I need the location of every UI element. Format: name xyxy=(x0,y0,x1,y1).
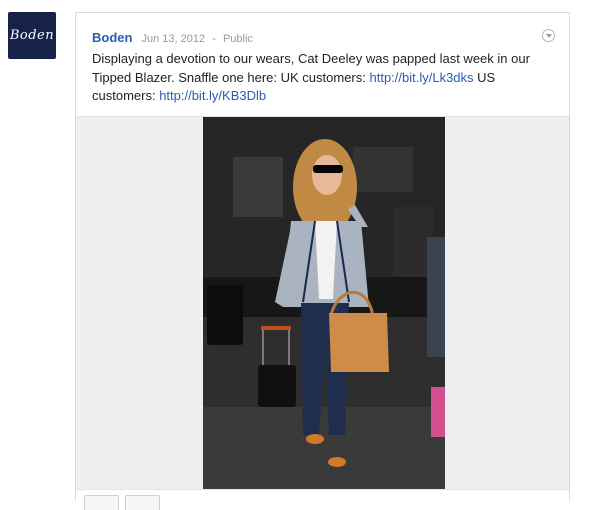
post-photo[interactable] xyxy=(203,117,445,489)
post-menu-button[interactable] xyxy=(542,29,555,42)
media-area xyxy=(76,116,569,490)
uk-link[interactable]: http://bit.ly/Lk3dks xyxy=(369,70,473,85)
post-date[interactable]: Jun 13, 2012 xyxy=(142,33,206,45)
chevron-down-icon xyxy=(545,34,552,38)
header-separator: - xyxy=(212,33,216,45)
share-button[interactable] xyxy=(125,495,160,510)
author-name-link[interactable]: Boden xyxy=(92,30,132,45)
post-header: Boden Jun 13, 2012 - Public xyxy=(92,30,253,45)
avatar-logo-text: Boden xyxy=(9,28,55,43)
us-link[interactable]: http://bit.ly/KB3Dlb xyxy=(159,88,266,103)
author-avatar[interactable]: Boden xyxy=(8,12,56,59)
post-card: Boden Jun 13, 2012 - Public Displaying a… xyxy=(75,12,570,510)
post-text: Displaying a devotion to our wears, Cat … xyxy=(92,50,547,106)
plus-one-button[interactable] xyxy=(84,495,119,510)
visibility-label[interactable]: Public xyxy=(223,33,253,45)
photo-illustration xyxy=(203,117,445,489)
